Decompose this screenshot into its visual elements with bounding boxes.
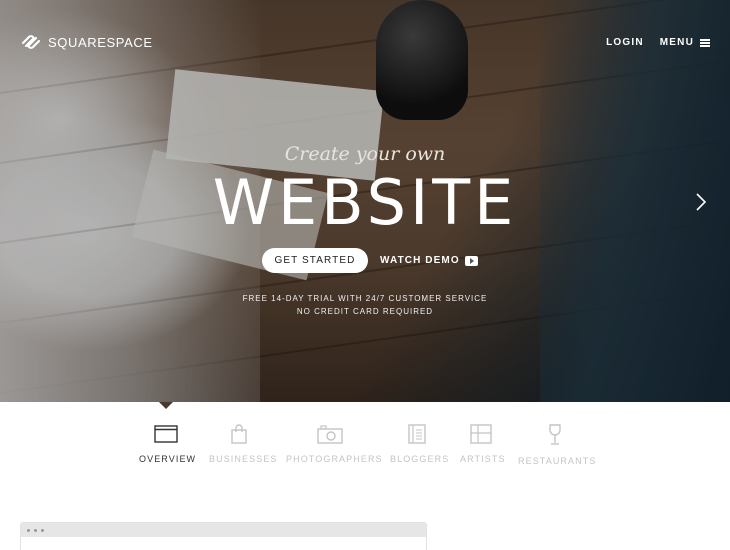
- trial-fineprint: FREE 14-DAY TRIAL WITH 24/7 CUSTOMER SER…: [0, 292, 730, 318]
- tab-label: BLOGGERS: [390, 454, 450, 464]
- brand-name: SQUARESPACE: [48, 34, 153, 50]
- menu-button[interactable]: MENU: [660, 37, 710, 48]
- top-navigation: LOGIN MENU: [606, 37, 710, 48]
- fineprint-line: NO CREDIT CARD REQUIRED: [296, 307, 434, 316]
- tab-label: RESTAURANTS: [518, 456, 597, 466]
- window-dot: [27, 528, 30, 532]
- tab-artists[interactable]: ARTISTS: [460, 424, 506, 464]
- active-tab-pointer: [159, 402, 173, 409]
- watch-demo-link[interactable]: WATCH DEMO: [380, 255, 478, 266]
- menu-label: MENU: [659, 37, 694, 48]
- tab-label: PHOTOGRAPHERS: [286, 454, 383, 464]
- tab-label: BUSINESSES: [209, 454, 278, 464]
- watch-demo-label: WATCH DEMO: [380, 255, 460, 266]
- shopping-bag-icon: [231, 424, 247, 444]
- grid-frame-icon: [470, 424, 492, 444]
- squarespace-logo[interactable]: SQUARESPACE: [20, 33, 153, 51]
- tab-bloggers[interactable]: BLOGGERS: [390, 424, 450, 464]
- tab-overview[interactable]: OVERVIEW: [139, 424, 197, 464]
- login-link[interactable]: LOGIN: [606, 37, 644, 48]
- squarespace-logo-icon: [21, 35, 41, 49]
- hero-tagline: Create your own: [284, 143, 446, 165]
- preview-window-titlebar: [21, 523, 426, 537]
- fineprint-line: FREE 14-DAY TRIAL WITH 24/7 CUSTOMER SER…: [242, 294, 488, 303]
- hero-headline: WEBSITE: [212, 166, 518, 239]
- camera-icon: [316, 425, 343, 444]
- hamburger-icon: [700, 38, 710, 47]
- notebook-icon: [408, 424, 426, 444]
- tab-restaurants[interactable]: RESTAURANTS: [518, 424, 597, 466]
- hero-cta-row: GET STARTED WATCH DEMO: [262, 248, 478, 273]
- tab-label: OVERVIEW: [139, 454, 197, 464]
- wine-glass-icon: [548, 424, 561, 445]
- tab-businesses[interactable]: BUSINESSES: [209, 424, 278, 464]
- window-dot: [41, 528, 44, 532]
- template-preview-window: [20, 522, 427, 550]
- browser-window-icon: [153, 425, 178, 443]
- window-dot: [34, 528, 37, 532]
- tab-label: ARTISTS: [460, 454, 506, 464]
- tab-photographers[interactable]: PHOTOGRAPHERS: [286, 424, 383, 464]
- play-icon: [464, 255, 478, 266]
- get-started-button[interactable]: GET STARTED: [262, 248, 368, 273]
